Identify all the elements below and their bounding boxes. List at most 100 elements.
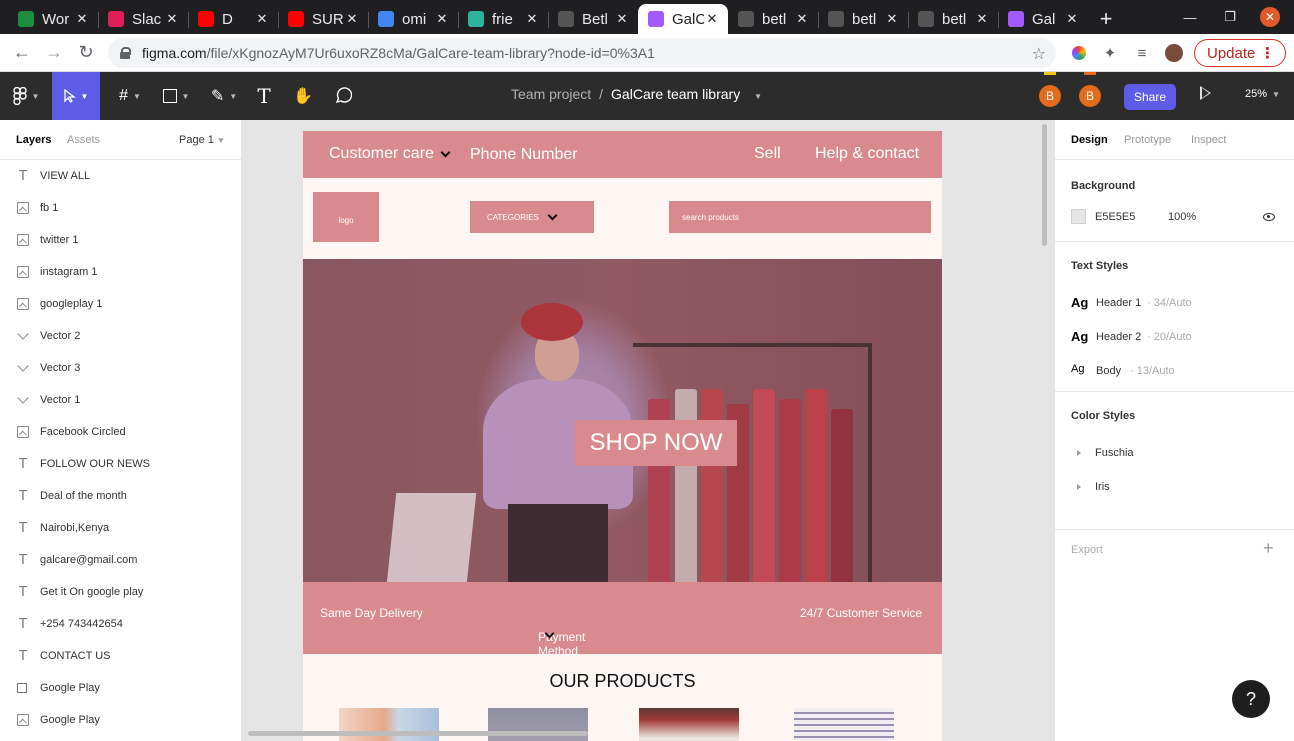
back-button[interactable]: ← (6, 37, 38, 69)
help-contact-link[interactable]: Help & contact (815, 145, 919, 163)
tab-assets[interactable]: Assets (67, 134, 100, 146)
zoom-level[interactable]: 25% ▼ (1245, 88, 1280, 100)
browser-tab[interactable]: Slac ✕ (98, 4, 188, 34)
comment-tool-icon[interactable] (331, 72, 355, 120)
restore-icon[interactable]: ❐ (1210, 0, 1250, 34)
close-tab-icon[interactable]: ✕ (704, 11, 720, 27)
eye-icon[interactable] (1263, 213, 1275, 221)
expand-triangle-icon[interactable] (1077, 484, 1081, 490)
layer-item[interactable]: galcare@gmail.com (0, 544, 241, 576)
extensions-puzzle-icon[interactable]: ✦ (1100, 43, 1120, 63)
shop-now-button[interactable]: SHOP NOW (575, 420, 737, 466)
search-input[interactable]: search products (669, 201, 931, 233)
browser-tab[interactable]: Wor ✕ (8, 4, 98, 34)
minimize-icon[interactable]: — (1170, 0, 1210, 34)
layer-item[interactable]: CONTACT US (0, 640, 241, 672)
file-name[interactable]: GalCare team library (611, 86, 740, 102)
layer-item[interactable]: Get it On google play (0, 576, 241, 608)
chevron-down-icon[interactable]: ▼ (754, 92, 762, 101)
layer-item[interactable]: Google Play (0, 672, 241, 704)
design-canvas[interactable]: Customer care Phone Number Sell Help & c… (242, 120, 1054, 741)
close-tab-icon[interactable]: ✕ (1064, 11, 1080, 27)
product-thumbnail[interactable] (639, 708, 739, 741)
page-selector[interactable]: Page 1 ▼ (179, 134, 225, 146)
pen-tool-icon[interactable]: ✎ ▼ (204, 72, 244, 120)
browser-tab[interactable]: betl ✕ (908, 4, 998, 34)
close-tab-icon[interactable]: ✕ (344, 11, 360, 27)
color-extension-icon[interactable] (1069, 43, 1089, 63)
tab-design[interactable]: Design (1071, 134, 1108, 146)
shape-tool-icon[interactable]: ▼ (156, 72, 196, 120)
close-tab-icon[interactable]: ✕ (614, 11, 630, 27)
project-link[interactable]: Team project (511, 86, 591, 102)
close-tab-icon[interactable]: ✕ (74, 11, 90, 27)
forward-button[interactable]: → (38, 37, 70, 69)
customer-care-dropdown[interactable]: Customer care (329, 145, 451, 163)
collaborator-avatar[interactable]: B (1039, 72, 1061, 107)
browser-tab[interactable]: betl ✕ (818, 4, 908, 34)
background-opacity[interactable]: 100% (1168, 211, 1196, 223)
close-tab-icon[interactable]: ✕ (884, 11, 900, 27)
user-avatar[interactable]: B (1079, 72, 1101, 107)
browser-tab[interactable]: D ✕ (188, 4, 278, 34)
close-tab-icon[interactable]: ✕ (794, 11, 810, 27)
browser-tab[interactable]: frie ✕ (458, 4, 548, 34)
layer-item[interactable]: googleplay 1 (0, 288, 241, 320)
close-tab-icon[interactable]: ✕ (164, 11, 180, 27)
tab-prototype[interactable]: Prototype (1124, 134, 1171, 146)
reload-button[interactable]: ↻ (70, 37, 102, 69)
close-tab-icon[interactable]: ✕ (254, 11, 270, 27)
categories-dropdown[interactable]: CATEGORIES (470, 201, 594, 233)
product-thumbnail[interactable] (339, 708, 439, 741)
window-close-button[interactable]: ✕ (1250, 0, 1290, 34)
new-tab-button[interactable]: + (1088, 4, 1124, 34)
layer-item[interactable]: instagram 1 (0, 256, 241, 288)
close-tab-icon[interactable]: ✕ (974, 11, 990, 27)
bookmark-star-icon[interactable]: ☆ (1032, 44, 1046, 64)
homepage-frame[interactable]: Customer care Phone Number Sell Help & c… (303, 131, 942, 741)
layer-item[interactable]: Deal of the month (0, 480, 241, 512)
help-button[interactable]: ? (1232, 680, 1270, 718)
hand-tool-icon[interactable]: ✋ (291, 72, 315, 120)
browser-tab[interactable]: SUR ✕ (278, 4, 368, 34)
url-input[interactable]: figma.com/file/xKgnozAyM7Ur6uxoRZ8cMa/Ga… (108, 38, 1056, 68)
layer-item[interactable]: Nairobi,Kenya (0, 512, 241, 544)
add-export-icon[interactable]: + (1263, 538, 1274, 559)
sell-link[interactable]: Sell (754, 145, 781, 163)
layer-item[interactable]: Vector 2 (0, 320, 241, 352)
layer-item[interactable]: Facebook Circled (0, 416, 241, 448)
move-tool-icon[interactable]: ▼ (52, 72, 100, 120)
browser-tab[interactable]: betl ✕ (728, 4, 818, 34)
layer-item[interactable]: Vector 1 (0, 384, 241, 416)
layer-item[interactable]: fb 1 (0, 192, 241, 224)
product-thumbnail[interactable] (794, 708, 894, 741)
browser-tab[interactable]: omi ✕ (368, 4, 458, 34)
product-thumbnail[interactable] (488, 708, 588, 741)
layer-item[interactable]: VIEW ALL (0, 160, 241, 192)
figma-main-menu-icon[interactable]: ▼ (10, 72, 42, 120)
tab-layers[interactable]: Layers (16, 134, 51, 146)
share-button[interactable]: Share (1124, 84, 1176, 110)
text-tool-icon[interactable]: T (252, 72, 276, 120)
background-hex[interactable]: E5E5E5 (1095, 211, 1135, 223)
layer-item[interactable]: twitter 1 (0, 224, 241, 256)
tab-inspect[interactable]: Inspect (1191, 134, 1226, 146)
profile-avatar[interactable] (1164, 43, 1184, 63)
close-tab-icon[interactable]: ✕ (434, 11, 450, 27)
layer-item[interactable]: +254 743442654 (0, 608, 241, 640)
frame-tool-icon[interactable]: # ▼ (110, 72, 150, 120)
vertical-scrollbar[interactable] (1042, 124, 1047, 246)
layer-item[interactable]: FOLLOW OUR NEWS (0, 448, 241, 480)
layer-item[interactable]: Google Play (0, 704, 241, 736)
update-button[interactable]: Update ⋮ (1194, 39, 1286, 67)
expand-triangle-icon[interactable] (1077, 450, 1081, 456)
media-queue-icon[interactable]: ≡ (1132, 43, 1152, 63)
browser-tab[interactable]: Gal ✕ (998, 4, 1088, 34)
browser-tab[interactable]: GalC ✕ (638, 4, 728, 34)
layer-item[interactable]: Vector 3 (0, 352, 241, 384)
horizontal-scrollbar[interactable] (248, 731, 588, 736)
present-play-icon[interactable] (1200, 86, 1211, 100)
close-tab-icon[interactable]: ✕ (524, 11, 540, 27)
browser-tab[interactable]: Betl ✕ (548, 4, 638, 34)
background-swatch[interactable] (1071, 209, 1086, 224)
